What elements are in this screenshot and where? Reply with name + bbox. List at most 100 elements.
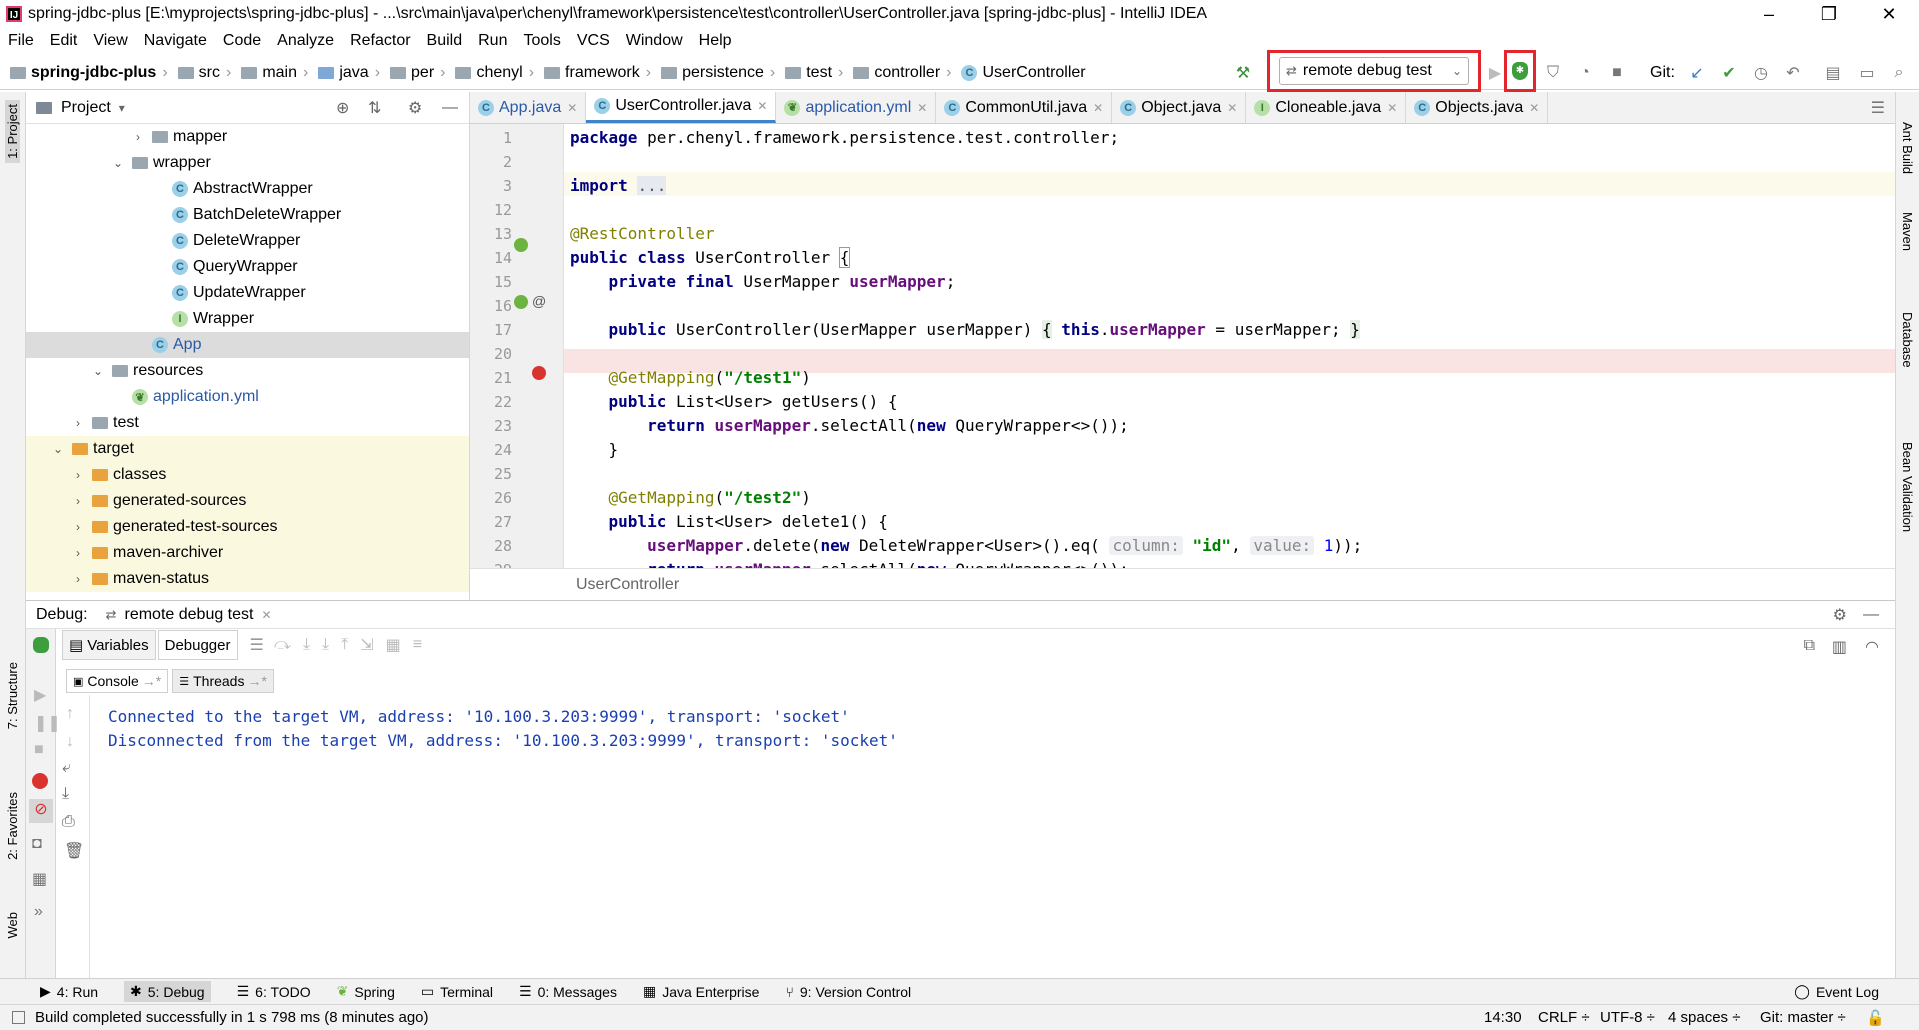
hide-icon[interactable]: — xyxy=(1863,606,1879,624)
tree-item[interactable]: ⌄ target xyxy=(26,436,469,462)
console-output[interactable]: Connected to the target VM, address: '10… xyxy=(96,705,1894,979)
chevron-down-icon[interactable]: ⌄ xyxy=(90,364,106,378)
scroll-to-end-icon[interactable]: ⤓ xyxy=(62,785,69,803)
menu-icon[interactable]: ☰ xyxy=(250,635,264,655)
breadcrumb-per[interactable]: per › xyxy=(390,64,451,82)
breakpoint-icon[interactable] xyxy=(532,366,546,380)
breadcrumb-persistence[interactable]: persistence › xyxy=(661,64,781,82)
run-with-coverage-icon[interactable]: ⛉ xyxy=(1542,62,1564,84)
tree-item[interactable]: › mapper xyxy=(26,124,469,150)
step-into-icon[interactable]: ⤓ xyxy=(303,636,310,654)
breadcrumb-java[interactable]: java › xyxy=(318,64,386,82)
menu-navigate[interactable]: Navigate xyxy=(144,32,207,50)
tree-item[interactable]: C BatchDeleteWrapper xyxy=(26,202,469,228)
breadcrumb-test[interactable]: test › xyxy=(785,64,849,82)
tree-item[interactable]: C AbstractWrapper xyxy=(26,176,469,202)
chevron-down-icon[interactable]: ⌄ xyxy=(50,442,66,456)
tool-window-database[interactable]: Database xyxy=(1900,312,1915,368)
step-out-icon[interactable]: ⤒ xyxy=(341,636,348,654)
chevron-right-icon[interactable]: › xyxy=(70,572,86,586)
editor-tab[interactable]: C Object.java ✕ xyxy=(1112,92,1247,123)
tool-todo[interactable]: ☰ 6: TODO xyxy=(237,983,311,1000)
menu-view[interactable]: View xyxy=(93,32,127,50)
chevron-down-icon[interactable]: ⌄ xyxy=(110,156,126,170)
tree-item[interactable]: C App xyxy=(26,332,469,358)
tool-window-project[interactable]: 1: Project xyxy=(5,100,20,163)
editor-tab[interactable]: ❦ application.yml ✕ xyxy=(776,92,937,123)
close-icon[interactable]: ✕ xyxy=(1529,101,1539,115)
tool-window-ant-build[interactable]: Ant Build xyxy=(1900,122,1915,174)
soft-wrap-icon[interactable]: ⤶ xyxy=(62,759,71,777)
git-update-icon[interactable]: ↙ xyxy=(1686,62,1708,84)
git-branch[interactable]: Git: master ÷ xyxy=(1760,1009,1846,1026)
tool-window-structure[interactable]: 7: Structure xyxy=(5,662,20,729)
tree-item[interactable]: C QueryWrapper xyxy=(26,254,469,280)
menu-refactor[interactable]: Refactor xyxy=(350,32,410,50)
chevron-right-icon[interactable]: › xyxy=(130,130,146,144)
view-breakpoints-icon[interactable] xyxy=(32,773,48,789)
memory-icon[interactable]: ◠ xyxy=(1865,637,1879,657)
breadcrumb-usercontroller[interactable]: C UserController xyxy=(961,64,1086,82)
tool-messages[interactable]: ☰ 0: Messages xyxy=(519,983,617,1000)
print-icon[interactable]: ⎙ xyxy=(62,813,75,831)
trace-icon[interactable]: ≡ xyxy=(413,636,422,654)
menu-vcs[interactable]: VCS xyxy=(577,32,610,50)
editor-tab[interactable]: C Objects.java ✕ xyxy=(1406,92,1549,123)
tool-window-favorites[interactable]: 2: Favorites xyxy=(5,792,20,860)
project-structure-icon[interactable]: ▤ xyxy=(1822,62,1844,84)
locate-icon[interactable]: ⊕ xyxy=(336,98,349,118)
file-encoding[interactable]: UTF-8 ÷ xyxy=(1600,1009,1655,1026)
debug-session-tab[interactable]: remote debug test xyxy=(125,606,254,624)
history-icon[interactable]: ◷ xyxy=(1750,62,1772,84)
tab-threads[interactable]: ☰ Threads →* xyxy=(172,669,274,693)
settings-icon[interactable]: ▥ xyxy=(1832,637,1847,657)
close-icon[interactable]: ✕ xyxy=(261,608,271,622)
menu-file[interactable]: File xyxy=(8,32,34,50)
run-to-cursor-icon[interactable]: ⇲ xyxy=(360,635,373,655)
step-over-icon[interactable]: ⤼ xyxy=(274,636,291,654)
close-icon[interactable]: ✕ xyxy=(917,101,927,115)
tree-item[interactable]: ⌄ resources xyxy=(26,358,469,384)
tool-run[interactable]: ▶ 4: Run xyxy=(40,983,98,1000)
close-icon[interactable]: ✕ xyxy=(1093,101,1103,115)
stop-icon[interactable]: ■ xyxy=(1606,62,1628,84)
tool-event-log[interactable]: ◯ Event Log xyxy=(1794,983,1879,1000)
close-icon[interactable]: ✕ xyxy=(1387,101,1397,115)
tab-list-icon[interactable]: ☰ xyxy=(1861,92,1895,123)
rollback-icon[interactable]: ↶ xyxy=(1782,62,1804,84)
mute-breakpoints-icon[interactable]: ⊘ xyxy=(29,799,53,823)
tool-version-control[interactable]: ⑂ 9: Version Control xyxy=(785,984,911,1000)
tree-item[interactable]: › classes xyxy=(26,462,469,488)
tree-item[interactable]: › maven-archiver xyxy=(26,540,469,566)
chevron-right-icon[interactable]: › xyxy=(70,546,86,560)
code-breadcrumb[interactable]: UserController xyxy=(470,568,1895,600)
close-icon[interactable]: ✕ xyxy=(757,99,767,113)
stop-icon[interactable]: ■ xyxy=(34,741,44,759)
spring-bean-icon[interactable] xyxy=(514,238,528,252)
menu-code[interactable]: Code xyxy=(223,32,261,50)
build-hammer-icon[interactable]: ⚒ xyxy=(1232,62,1254,84)
presentation-icon[interactable]: ▭ xyxy=(1856,62,1878,84)
trash-icon[interactable]: 🗑 xyxy=(64,841,84,861)
chevron-right-icon[interactable]: › xyxy=(70,468,86,482)
status-icon[interactable] xyxy=(12,1011,25,1024)
autowired-icon[interactable]: @ xyxy=(532,293,546,309)
caret-position[interactable]: 14:30 xyxy=(1484,1009,1522,1026)
resume-icon[interactable]: ▶ xyxy=(34,685,46,705)
breadcrumb-framework[interactable]: framework › xyxy=(544,64,657,82)
tool-window-web[interactable]: Web xyxy=(5,912,20,939)
tool-window-maven[interactable]: Maven xyxy=(1900,212,1915,251)
layout-icon[interactable]: ▦ xyxy=(32,869,47,889)
tree-item[interactable]: ⌄ wrapper xyxy=(26,150,469,176)
close-icon[interactable]: ✕ xyxy=(567,101,577,115)
profile-icon[interactable]: ◔ xyxy=(1574,62,1596,84)
chevron-down-icon[interactable]: ▾ xyxy=(119,101,125,115)
camera-icon[interactable]: ◘ xyxy=(32,835,42,853)
close-icon[interactable]: ✕ xyxy=(1227,101,1237,115)
collapse-all-icon[interactable]: ⇅ xyxy=(368,98,381,118)
menu-help[interactable]: Help xyxy=(699,32,732,50)
restore-layout-icon[interactable]: ⧉ xyxy=(1804,637,1815,655)
editor-tab[interactable]: C App.java ✕ xyxy=(470,92,587,123)
gear-icon[interactable]: ⚙ xyxy=(1833,605,1847,625)
hide-icon[interactable]: — xyxy=(442,99,458,117)
